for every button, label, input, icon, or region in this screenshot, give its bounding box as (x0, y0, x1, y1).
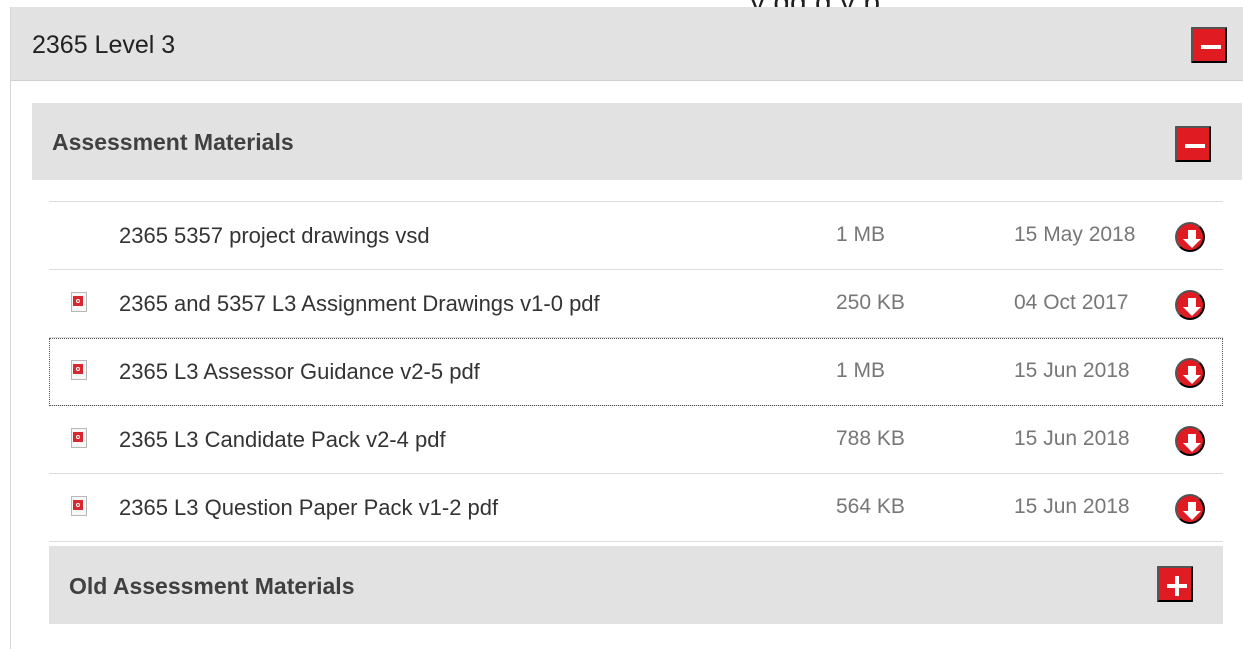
file-date: 04 Oct 2017 (1014, 291, 1129, 314)
download-icon[interactable] (1175, 494, 1205, 524)
old-assessment-materials-header[interactable]: Old Assessment Materials (49, 546, 1223, 624)
level-3-title: 2365 Level 3 (32, 31, 176, 59)
minus-icon (1185, 144, 1205, 148)
file-row[interactable]: 2365 5357 project drawings vsd 1 MB 15 M… (49, 202, 1223, 270)
pdf-file-icon (71, 496, 87, 516)
download-icon[interactable] (1175, 426, 1205, 456)
file-size: 250 KB (836, 291, 905, 314)
assessment-materials-panel: Assessment Materials 2365 5357 project d… (32, 103, 1242, 640)
file-name[interactable]: 2365 5357 project drawings vsd (119, 223, 430, 249)
file-size: 788 KB (836, 427, 905, 450)
file-date: 15 Jun 2018 (1014, 359, 1130, 382)
file-name[interactable]: 2365 L3 Assessor Guidance v2-5 pdf (119, 359, 480, 385)
file-size: 1 MB (836, 223, 886, 246)
old-assessment-materials-expand-button[interactable] (1157, 566, 1193, 602)
assessment-materials-header[interactable]: Assessment Materials (32, 103, 1242, 180)
old-assessment-materials-title: Old Assessment Materials (69, 573, 355, 599)
assessment-file-list: 2365 5357 project drawings vsd 1 MB 15 M… (49, 201, 1223, 542)
file-name[interactable]: 2365 and 5357 L3 Assignment Drawings v1-… (119, 291, 600, 317)
file-row[interactable]: 2365 and 5357 L3 Assignment Drawings v1-… (49, 270, 1223, 338)
file-date: 15 Jun 2018 (1014, 427, 1130, 450)
download-panel-page: y gg g y p 2365 Level 3 Assessment Mater… (0, 0, 1243, 649)
download-icon[interactable] (1175, 358, 1205, 388)
file-row[interactable]: 2365 L3 Candidate Pack v2-4 pdf 788 KB 1… (49, 406, 1223, 474)
level-3-section: 2365 Level 3 Assessment Materials 2365 5… (10, 7, 1243, 649)
download-icon[interactable] (1175, 290, 1205, 320)
pdf-file-icon (71, 360, 87, 380)
download-icon[interactable] (1175, 222, 1205, 252)
file-date: 15 Jun 2018 (1014, 495, 1130, 518)
file-size: 564 KB (836, 495, 905, 518)
file-row[interactable]: 2365 L3 Question Paper Pack v1-2 pdf 564… (49, 474, 1223, 542)
file-name[interactable]: 2365 L3 Candidate Pack v2-4 pdf (119, 427, 446, 453)
level-3-collapse-button[interactable] (1191, 27, 1227, 63)
file-row[interactable]: 2365 L3 Assessor Guidance v2-5 pdf 1 MB … (49, 338, 1223, 406)
plus-vertical-icon (1175, 576, 1179, 596)
assessment-materials-title: Assessment Materials (52, 129, 294, 155)
level-3-header[interactable]: 2365 Level 3 (11, 7, 1243, 81)
file-size: 1 MB (836, 359, 886, 382)
minus-icon (1201, 45, 1221, 49)
assessment-materials-collapse-button[interactable] (1175, 126, 1211, 162)
pdf-file-icon (71, 428, 87, 448)
file-date: 15 May 2018 (1014, 223, 1136, 246)
file-name[interactable]: 2365 L3 Question Paper Pack v1-2 pdf (119, 495, 498, 521)
pdf-file-icon (71, 292, 87, 312)
